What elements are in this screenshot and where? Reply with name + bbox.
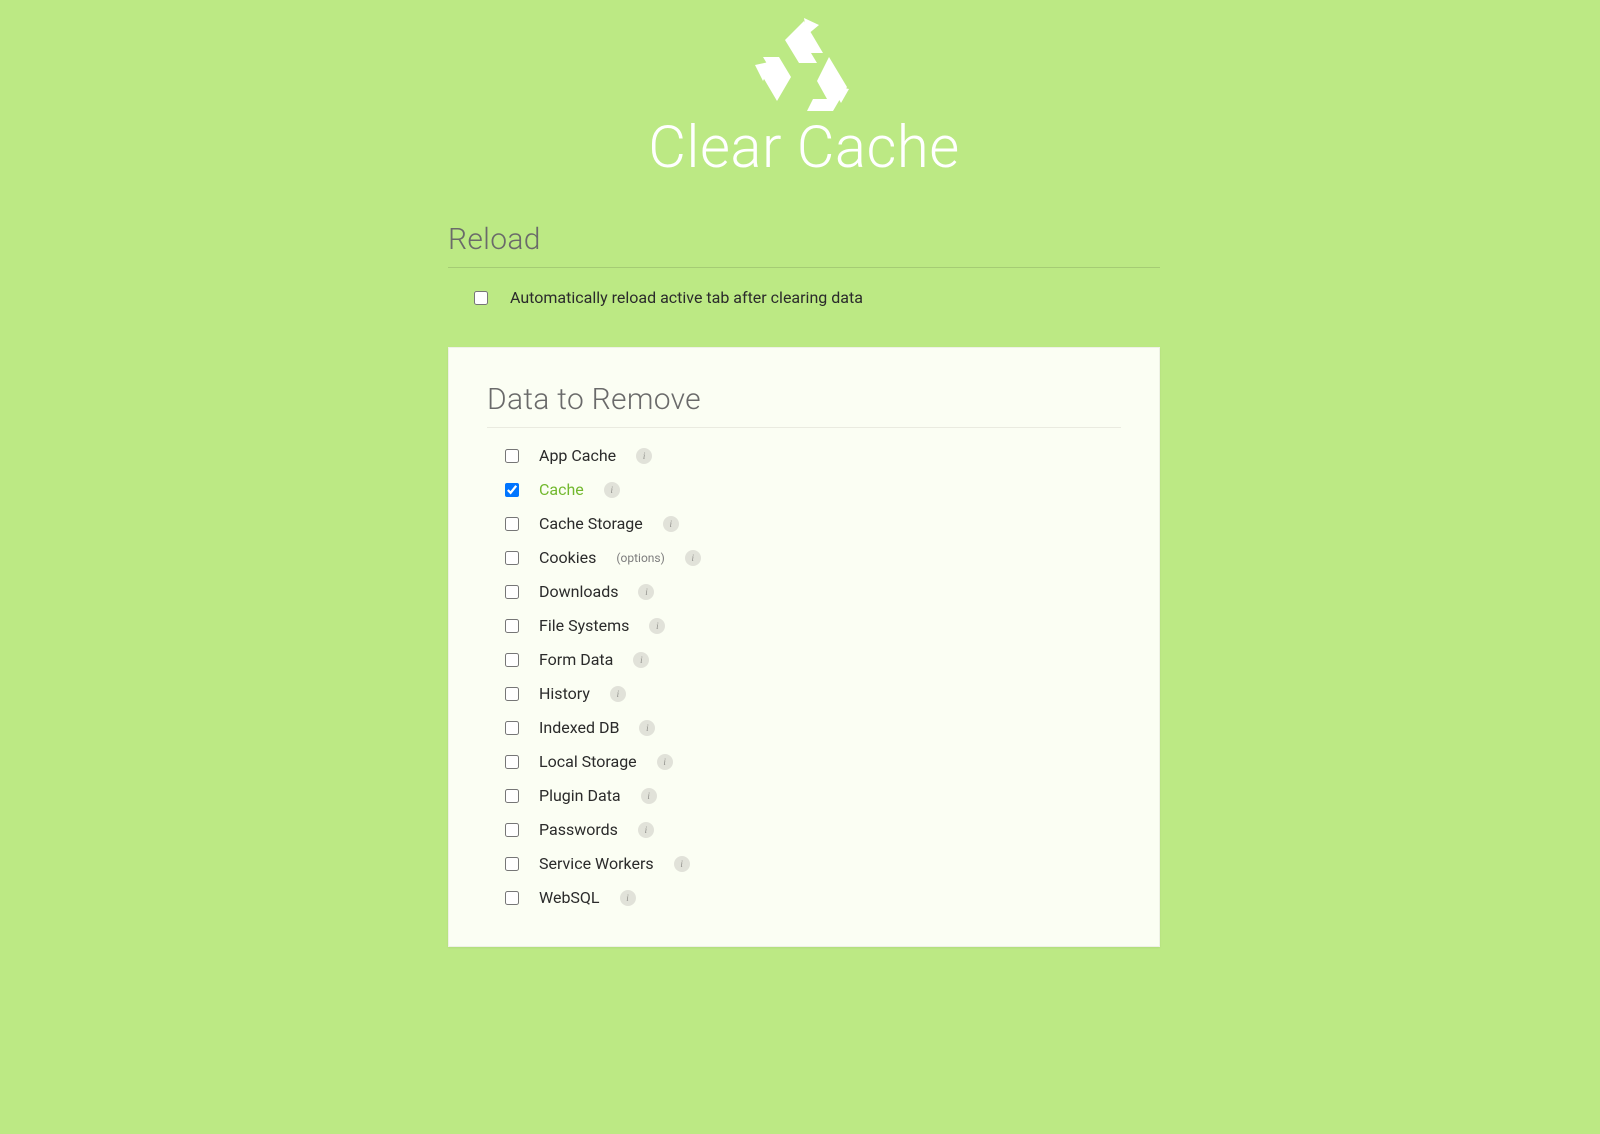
data-item-row: App Cache i — [505, 446, 1121, 466]
data-item-label[interactable]: Plugin Data — [539, 786, 621, 806]
data-item-label[interactable]: App Cache — [539, 446, 616, 466]
info-icon[interactable]: i — [639, 720, 655, 736]
page-title: Clear Cache — [448, 114, 1160, 182]
info-icon[interactable]: i — [663, 516, 679, 532]
data-item-checkbox[interactable] — [505, 517, 519, 531]
data-to-remove-card: Data to Remove App CacheiCacheiCache Sto… — [448, 347, 1160, 947]
data-item-row: WebSQL i — [505, 888, 1121, 908]
data-to-remove-title: Data to Remove — [487, 382, 1121, 428]
data-item-checkbox[interactable] — [505, 585, 519, 599]
data-to-remove-list: App Cache i Cache i Cache Storage i Cookies (op… — [487, 446, 1121, 908]
data-item-label[interactable]: Passwords — [539, 820, 618, 840]
data-item-row: Form Data i — [505, 650, 1121, 670]
data-item-checkbox[interactable] — [505, 449, 519, 463]
data-item-row: Cache Storage i — [505, 514, 1121, 534]
data-item-row: Cache i — [505, 480, 1121, 500]
page-container: Clear Cache Reload Automatically reload … — [448, 0, 1160, 947]
data-item-checkbox[interactable] — [505, 823, 519, 837]
data-item-checkbox[interactable] — [505, 721, 519, 735]
data-item-row: History i — [505, 684, 1121, 704]
data-item-row: Plugin Data i — [505, 786, 1121, 806]
info-icon[interactable]: i — [638, 584, 654, 600]
data-item-row: Service Workers i — [505, 854, 1121, 874]
data-item-label[interactable]: Downloads — [539, 582, 618, 602]
data-item-label[interactable]: Service Workers — [539, 854, 654, 874]
data-item-label[interactable]: History — [539, 684, 590, 704]
auto-reload-checkbox[interactable] — [474, 291, 488, 305]
info-icon[interactable]: i — [633, 652, 649, 668]
data-item-checkbox[interactable] — [505, 551, 519, 565]
info-icon[interactable]: i — [604, 482, 620, 498]
data-item-label[interactable]: Local Storage — [539, 752, 637, 772]
data-item-label[interactable]: File Systems — [539, 616, 629, 636]
data-item-label[interactable]: Form Data — [539, 650, 613, 670]
data-item-label[interactable]: Cache Storage — [539, 514, 643, 534]
recycle-icon — [749, 15, 859, 119]
data-item-checkbox[interactable] — [505, 619, 519, 633]
header: Clear Cache — [448, 15, 1160, 182]
data-item-row: File Systems i — [505, 616, 1121, 636]
options-link[interactable]: (options) — [616, 548, 664, 568]
info-icon[interactable]: i — [636, 448, 652, 464]
data-item-checkbox[interactable] — [505, 687, 519, 701]
data-item-checkbox[interactable] — [505, 653, 519, 667]
data-item-row: Local Storage i — [505, 752, 1121, 772]
info-icon[interactable]: i — [685, 550, 701, 566]
info-icon[interactable]: i — [638, 822, 654, 838]
data-item-row: Passwords i — [505, 820, 1121, 840]
info-icon[interactable]: i — [657, 754, 673, 770]
data-item-label[interactable]: Cache — [539, 480, 584, 500]
data-item-checkbox[interactable] — [505, 755, 519, 769]
auto-reload-option: Automatically reload active tab after cl… — [448, 286, 1160, 309]
info-icon[interactable]: i — [649, 618, 665, 634]
auto-reload-label[interactable]: Automatically reload active tab after cl… — [510, 288, 863, 307]
data-item-checkbox[interactable] — [505, 483, 519, 497]
data-item-label[interactable]: WebSQL — [539, 888, 600, 908]
reload-section: Reload Automatically reload active tab a… — [448, 222, 1160, 309]
data-item-row: Downloads i — [505, 582, 1121, 602]
info-icon[interactable]: i — [641, 788, 657, 804]
info-icon[interactable]: i — [620, 890, 636, 906]
reload-section-title: Reload — [448, 222, 1160, 268]
data-item-row: Cookies (options) i — [505, 548, 1121, 568]
data-item-label[interactable]: Cookies — [539, 548, 596, 568]
data-item-checkbox[interactable] — [505, 857, 519, 871]
data-item-label[interactable]: Indexed DB — [539, 718, 619, 738]
data-item-row: Indexed DB i — [505, 718, 1121, 738]
info-icon[interactable]: i — [674, 856, 690, 872]
info-icon[interactable]: i — [610, 686, 626, 702]
data-item-checkbox[interactable] — [505, 789, 519, 803]
data-item-checkbox[interactable] — [505, 891, 519, 905]
